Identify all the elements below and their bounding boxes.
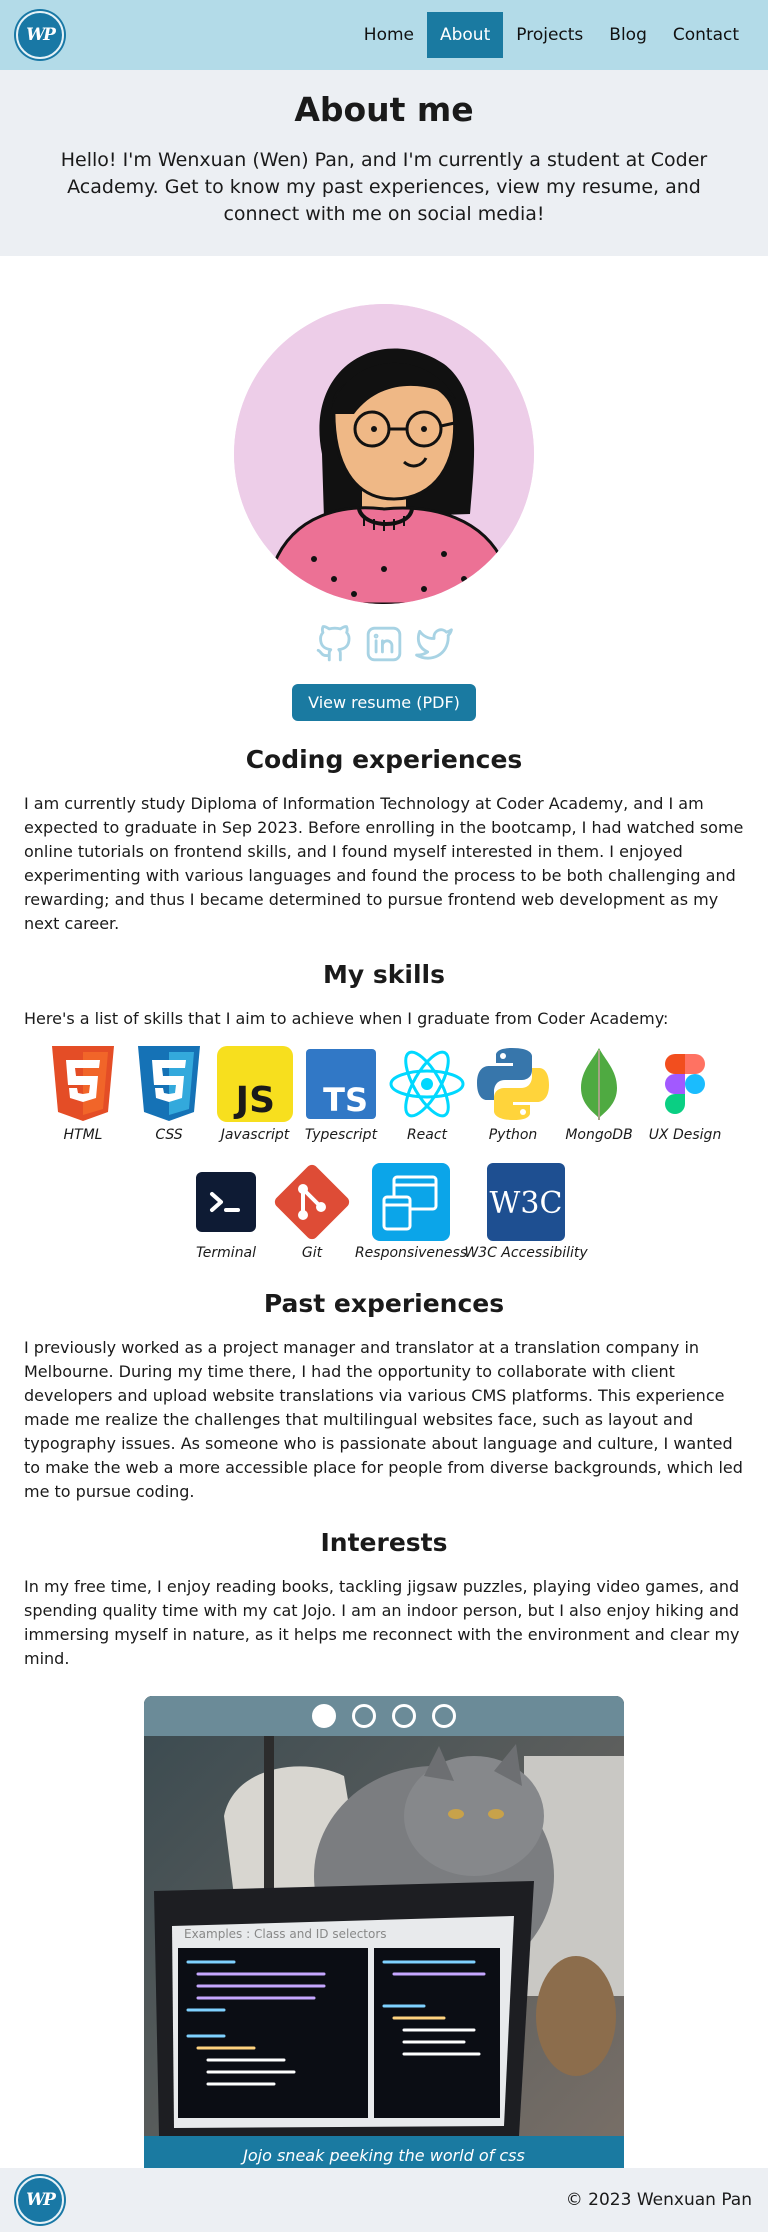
past-text: I previously worked as a project manager… <box>24 1338 743 1501</box>
navbar: WP Home About Projects Blog Contact <box>0 0 768 70</box>
past-section: Past experiences I previously worked as … <box>0 1289 768 1504</box>
skills-row: Terminal Git Responsiveness W3C W3C Acce… <box>0 1163 768 1261</box>
hero-banner: About me Hello! I'm Wenxuan (Wen) Pan, a… <box>0 70 768 256</box>
skill-label: Git <box>301 1245 323 1261</box>
skills-section: My skills Here's a list of skills that I… <box>0 960 768 1261</box>
svg-text:JS: JS <box>233 1080 275 1121</box>
social-links <box>0 624 768 664</box>
carousel-indicators <box>144 1696 624 1736</box>
copyright-text: © 2023 Wenxuan Pan <box>565 2190 752 2210</box>
html5-icon <box>44 1045 122 1123</box>
interests-text: In my free time, I enjoy reading books, … <box>24 1577 740 1668</box>
skills-intro: Here's a list of skills that I aim to ac… <box>24 1009 669 1028</box>
coding-section: Coding experiences I am currently study … <box>0 745 768 936</box>
skill-label: Javascript <box>220 1127 290 1143</box>
hero-intro: Hello! I'm Wenxuan (Wen) Pan, and I'm cu… <box>60 149 708 225</box>
skill-w3c: W3C W3C Accessibility <box>464 1163 588 1261</box>
interests-heading: Interests <box>320 1528 448 1557</box>
svg-text:W3C: W3C <box>490 1186 563 1221</box>
typescript-icon: TS <box>302 1045 380 1123</box>
svg-text:TS: TS <box>323 1081 368 1119</box>
page-title: About me <box>294 90 474 129</box>
skill-label: CSS <box>155 1127 183 1143</box>
skill-ux-design: UX Design <box>642 1045 728 1143</box>
skill-mongodb: MongoDB <box>556 1045 642 1143</box>
nav-link-home[interactable]: Home <box>351 12 427 58</box>
terminal-icon <box>187 1163 265 1241</box>
nav-link-blog[interactable]: Blog <box>596 12 660 58</box>
mongodb-icon <box>560 1045 638 1123</box>
nav-link-contact[interactable]: Contact <box>660 12 752 58</box>
skill-label: W3C Accessibility <box>464 1245 588 1261</box>
skill-html: HTML <box>40 1045 126 1143</box>
carousel-dot[interactable] <box>312 1704 336 1728</box>
view-resume-button[interactable]: View resume (PDF) <box>292 684 476 721</box>
skill-label: MongoDB <box>565 1127 633 1143</box>
skills-row: HTML CSS JS Javascript TS Typescript Rea… <box>0 1045 768 1143</box>
skill-responsiveness: Responsiveness <box>355 1163 467 1261</box>
screen-title: Examples : Class and ID selectors <box>184 1927 387 1941</box>
git-icon <box>273 1163 351 1241</box>
css3-icon <box>130 1045 208 1123</box>
photo-carousel[interactable]: Examples : Class and ID selectors Jojo s… <box>144 1696 624 2176</box>
carousel-dot[interactable] <box>352 1704 376 1728</box>
nav-link-about[interactable]: About <box>426 12 504 58</box>
skill-label: UX Design <box>648 1127 722 1143</box>
nav-link-projects[interactable]: Projects <box>503 12 596 58</box>
footer-logo[interactable]: WP <box>16 2176 64 2224</box>
skill-label: HTML <box>63 1127 103 1143</box>
github-icon[interactable] <box>314 624 354 664</box>
carousel-dot[interactable] <box>432 1704 456 1728</box>
nav-links: Home About Projects Blog Contact <box>351 0 752 70</box>
twitter-icon[interactable] <box>414 624 454 664</box>
footer: WP © 2023 Wenxuan Pan <box>0 2168 768 2232</box>
skill-terminal: Terminal <box>183 1163 269 1261</box>
past-heading: Past experiences <box>263 1289 505 1318</box>
skill-label: Responsiveness <box>354 1245 468 1261</box>
skill-react: React <box>384 1045 470 1143</box>
skills-heading: My skills <box>323 960 445 989</box>
interests-section: Interests In my free time, I enjoy readi… <box>0 1528 768 1671</box>
skill-label: Typescript <box>304 1127 378 1143</box>
carousel-dot[interactable] <box>392 1704 416 1728</box>
skill-label: Terminal <box>195 1245 257 1261</box>
skill-git: Git <box>269 1163 355 1261</box>
skill-css: CSS <box>126 1045 212 1143</box>
skill-label: React <box>406 1127 448 1143</box>
responsive-icon <box>372 1163 450 1241</box>
skill-javascript: JS Javascript <box>212 1045 298 1143</box>
avatar <box>234 304 534 604</box>
javascript-icon: JS <box>216 1045 294 1123</box>
coding-heading: Coding experiences <box>245 745 523 774</box>
w3c-icon: W3C <box>487 1163 565 1241</box>
logo-text: WP <box>26 25 56 45</box>
site-logo[interactable]: WP <box>16 11 64 59</box>
logo-text: WP <box>26 2190 56 2210</box>
coding-text: I am currently study Diploma of Informat… <box>24 794 744 933</box>
linkedin-icon[interactable] <box>364 624 404 664</box>
skill-typescript: TS Typescript <box>298 1045 384 1143</box>
skill-label: Python <box>488 1127 538 1143</box>
react-icon <box>388 1045 466 1123</box>
cat-photo: Examples : Class and ID selectors <box>144 1696 624 2176</box>
skill-python: Python <box>470 1045 556 1143</box>
figma-icon <box>646 1045 724 1123</box>
python-icon <box>474 1045 552 1123</box>
